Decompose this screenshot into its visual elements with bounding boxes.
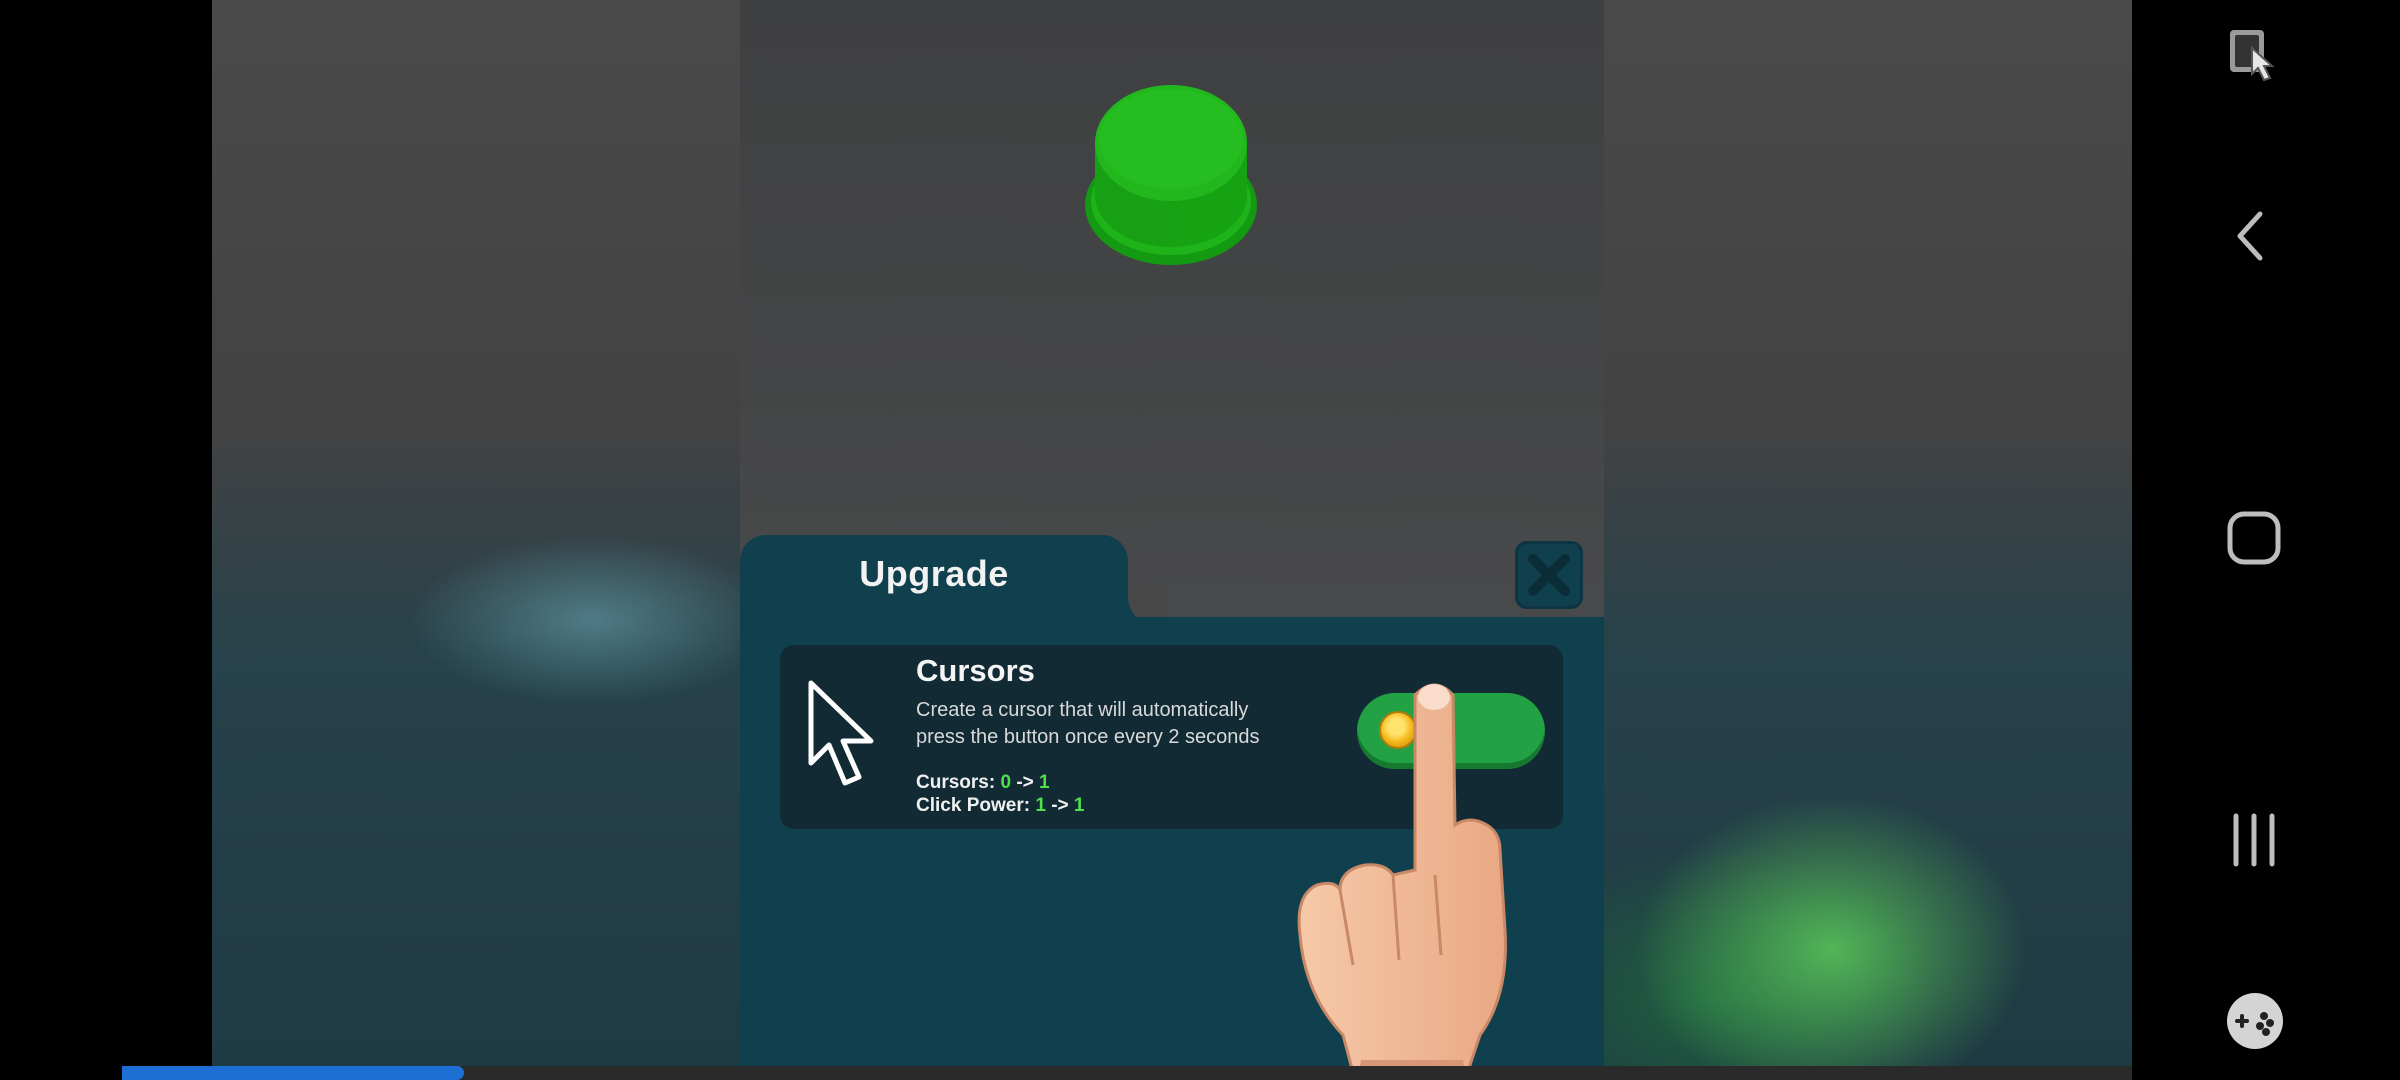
stat-cursors-label: Cursors: xyxy=(916,772,996,793)
upgrade-title: Cursors xyxy=(916,653,1035,688)
cursor-arrow-icon xyxy=(808,680,874,786)
stat-power-arrow: -> xyxy=(1051,795,1069,816)
description-line-2: press the button once every 2 seconds xyxy=(916,726,1260,748)
upgrade-description: Create a cursor that will automatically … xyxy=(916,697,1276,751)
stat-power-label: Click Power: xyxy=(916,795,1031,816)
upgrade-tab[interactable]: Upgrade xyxy=(740,535,1128,625)
system-nav-bar xyxy=(2132,0,2400,1080)
screen-touch-lock-icon xyxy=(2230,30,2275,82)
stat-power-from: 1 xyxy=(1035,795,1046,816)
upgrade-tab-title: Upgrade xyxy=(859,553,1009,594)
stat-click-power: Click Power: 1 -> 1 xyxy=(916,795,1084,817)
home-square-icon xyxy=(2227,511,2281,565)
progress-bar xyxy=(122,1066,2132,1080)
close-icon xyxy=(1528,554,1570,596)
pointing-hand-icon xyxy=(1297,683,1507,1080)
game-tools-button[interactable] xyxy=(2226,992,2284,1050)
stat-cursors: Cursors: 0 -> 1 xyxy=(916,772,1050,794)
stat-cursors-arrow: -> xyxy=(1016,772,1034,793)
gamepad-icon xyxy=(2227,993,2283,1049)
stat-cursors-to: 1 xyxy=(1039,772,1050,793)
progress-bar-fill xyxy=(122,1066,464,1080)
back-button[interactable] xyxy=(2226,208,2278,264)
description-line-1: Create a cursor that will automatically xyxy=(916,699,1249,721)
stat-power-to: 1 xyxy=(1073,795,1085,816)
back-chevron-icon xyxy=(2237,211,2263,261)
close-button[interactable] xyxy=(1515,541,1583,609)
recents-button[interactable] xyxy=(2226,812,2282,868)
recents-icon xyxy=(2233,813,2275,867)
stat-cursors-from: 0 xyxy=(1000,772,1012,793)
home-button[interactable] xyxy=(2226,510,2282,566)
screen-pin-button[interactable] xyxy=(2226,28,2278,84)
